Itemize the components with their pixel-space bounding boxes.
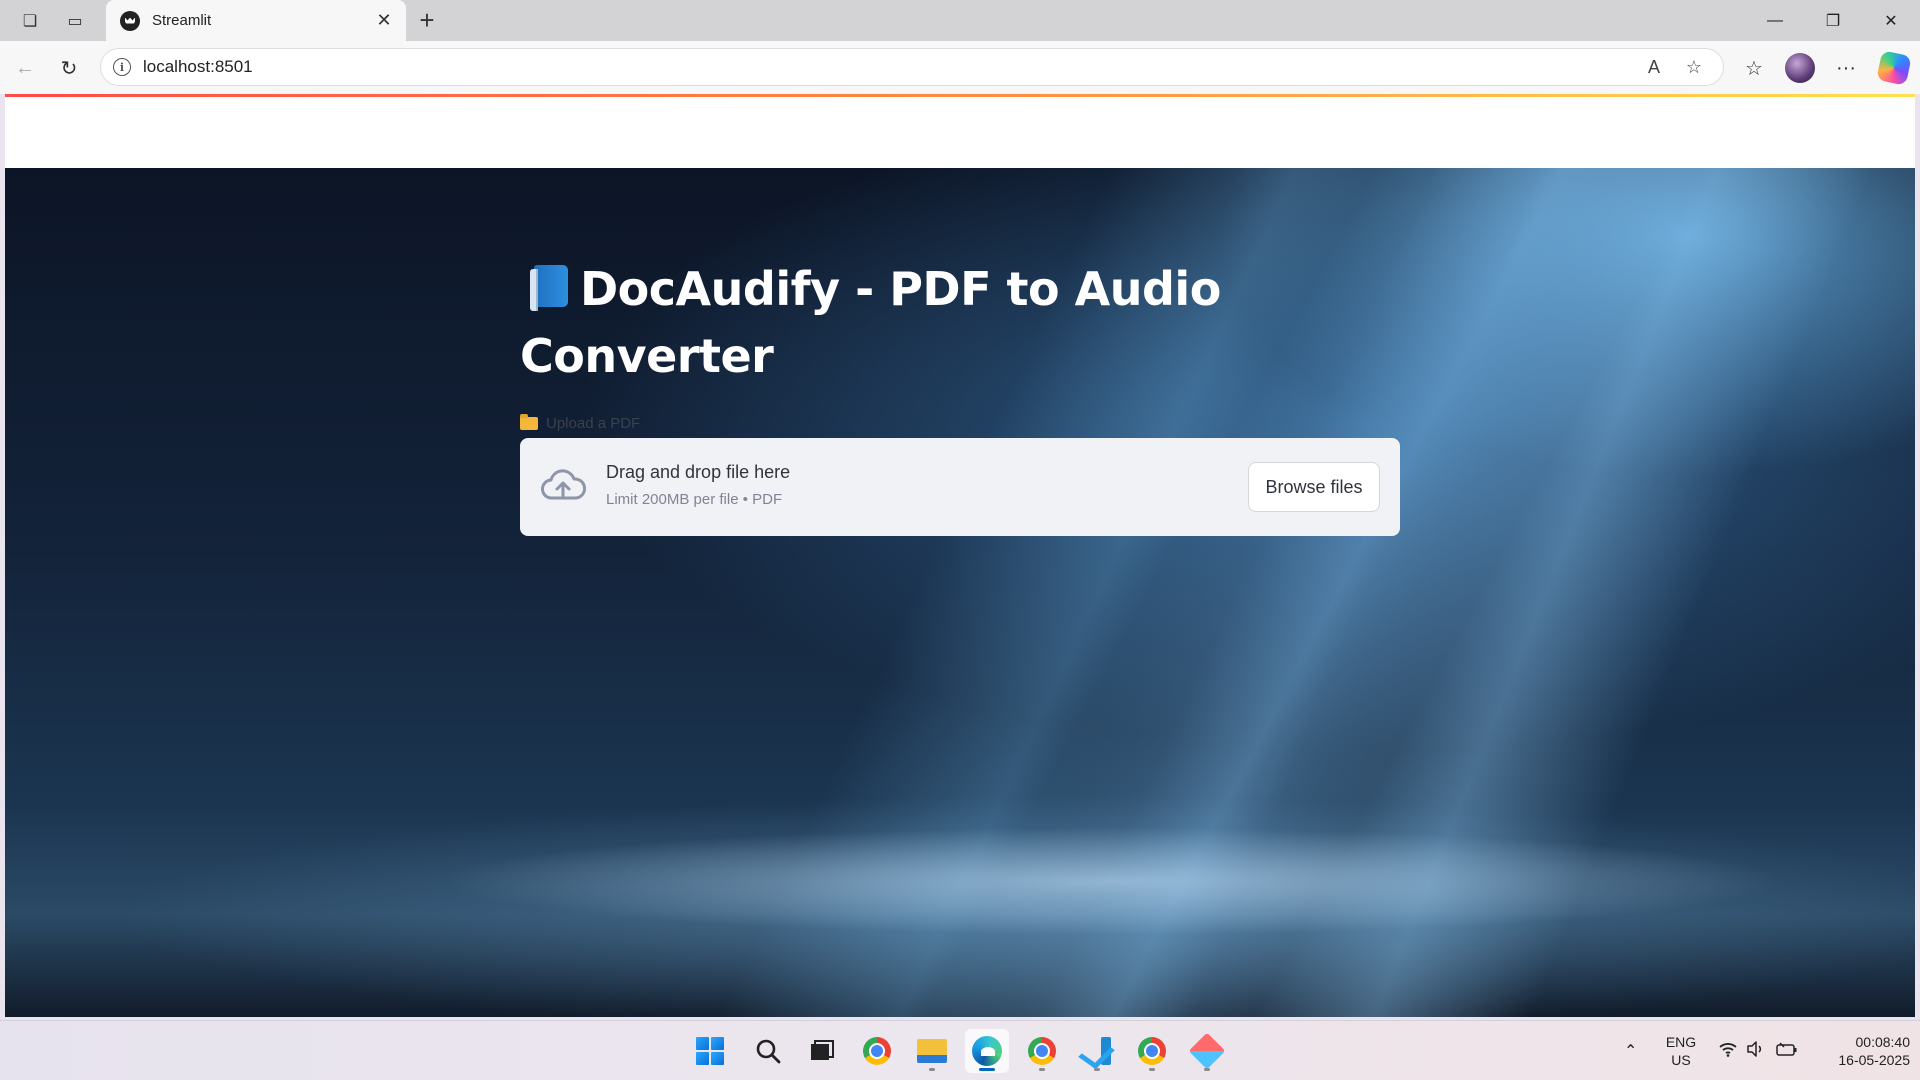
- running-indicator: [979, 1068, 995, 1071]
- running-indicator: [1149, 1068, 1155, 1071]
- url-text[interactable]: localhost:8501: [143, 57, 1631, 77]
- browse-files-button[interactable]: Browse files: [1248, 462, 1380, 512]
- vscode-icon: [1083, 1037, 1111, 1065]
- main-content: DocAudify - PDF to Audio Converter Uploa…: [520, 256, 1400, 536]
- minimize-button[interactable]: —: [1746, 0, 1804, 41]
- dropzone-instruction: Drag and drop file here: [606, 462, 791, 482]
- running-indicator: [1204, 1068, 1210, 1071]
- page-title: DocAudify - PDF to Audio Converter: [520, 256, 1400, 390]
- favorite-star-icon[interactable]: ☆: [1677, 50, 1711, 84]
- windows-taskbar: ⌃ ENG US 00:08:40 16-05-2025: [0, 1020, 1920, 1080]
- kite-app-icon: [1188, 1032, 1226, 1070]
- taskbar-vscode[interactable]: [1075, 1029, 1119, 1073]
- task-view-button[interactable]: [800, 1029, 844, 1073]
- file-explorer-icon: [917, 1039, 947, 1063]
- close-window-button[interactable]: ✕: [1862, 0, 1920, 41]
- chrome-profile-icon: [1028, 1037, 1056, 1065]
- taskbar-kite[interactable]: [1185, 1029, 1229, 1073]
- windows-logo-icon: [696, 1037, 724, 1065]
- dropzone-limit: Limit 200MB per file • PDF: [606, 491, 783, 508]
- search-icon: [756, 1039, 781, 1064]
- page-viewport: DocAudify - PDF to Audio Converter Uploa…: [5, 94, 1915, 1017]
- taskbar-chrome[interactable]: [855, 1029, 899, 1073]
- blue-book-icon: [530, 265, 570, 311]
- running-indicator: [1094, 1068, 1100, 1071]
- profile-avatar[interactable]: [1785, 53, 1815, 83]
- start-button[interactable]: [688, 1029, 732, 1073]
- close-tab-icon[interactable]: ✕: [372, 10, 396, 31]
- site-info-icon[interactable]: i: [113, 58, 131, 76]
- battery-icon[interactable]: [1776, 1041, 1798, 1062]
- wifi-icon[interactable]: [1718, 1041, 1738, 1062]
- address-bar[interactable]: i localhost:8501 A ☆: [100, 48, 1724, 86]
- task-view-icon: [811, 1040, 834, 1060]
- search-button[interactable]: [746, 1029, 790, 1073]
- new-tab-button[interactable]: +: [412, 5, 442, 35]
- favorites-icon[interactable]: ☆: [1736, 51, 1772, 85]
- browser-tab[interactable]: Streamlit ✕: [106, 0, 406, 41]
- language-line1: ENG: [1665, 1034, 1697, 1050]
- clock-date: 16-05-2025: [1838, 1052, 1910, 1068]
- refresh-button[interactable]: ↻: [52, 51, 86, 85]
- folder-icon: [520, 413, 538, 430]
- volume-icon[interactable]: [1746, 1041, 1764, 1062]
- upload-label-text: Upload a PDF: [546, 414, 641, 432]
- edge-icon: [972, 1036, 1002, 1066]
- taskbar-file-explorer[interactable]: [910, 1029, 954, 1073]
- restore-button[interactable]: ❐: [1804, 0, 1862, 41]
- running-indicator: [929, 1068, 935, 1071]
- clock[interactable]: 00:08:40 16-05-2025: [1810, 1033, 1910, 1069]
- cloud-upload-icon: [541, 469, 586, 500]
- back-button[interactable]: ←: [8, 51, 42, 85]
- chrome-icon: [863, 1037, 891, 1065]
- file-dropzone[interactable]: Drag and drop file here Limit 200MB per …: [520, 438, 1400, 536]
- browser-tab-strip: ❏ ▭ Streamlit ✕ + — ❐ ✕: [0, 0, 1920, 41]
- taskbar-edge[interactable]: [965, 1029, 1009, 1073]
- tab-title: Streamlit: [152, 12, 212, 29]
- read-aloud-icon[interactable]: A: [1637, 50, 1671, 84]
- streamlit-favicon-icon: [120, 10, 140, 31]
- running-indicator: [1039, 1068, 1045, 1071]
- vertical-tabs-icon[interactable]: ▭: [60, 6, 90, 36]
- show-hidden-icons-chevron-icon[interactable]: ⌃: [1624, 1041, 1637, 1061]
- chrome-profile-2-icon: [1138, 1037, 1166, 1065]
- browser-toolbar: ← ↻ i localhost:8501 A ☆ ☆ ···: [0, 41, 1920, 94]
- clock-time: 00:08:40: [1855, 1034, 1911, 1050]
- language-indicator[interactable]: ENG US: [1662, 1033, 1700, 1069]
- taskbar-chrome-profile-2[interactable]: [1130, 1029, 1174, 1073]
- workspaces-icon[interactable]: ❏: [15, 6, 45, 36]
- page-title-text: DocAudify - PDF to Audio Converter: [520, 262, 1221, 383]
- upload-label: Upload a PDF: [520, 412, 1400, 434]
- streamlit-header: [5, 97, 1915, 168]
- language-line2: US: [1671, 1052, 1691, 1068]
- more-options-icon[interactable]: ···: [1828, 51, 1864, 85]
- taskbar-chrome-profile[interactable]: [1020, 1029, 1064, 1073]
